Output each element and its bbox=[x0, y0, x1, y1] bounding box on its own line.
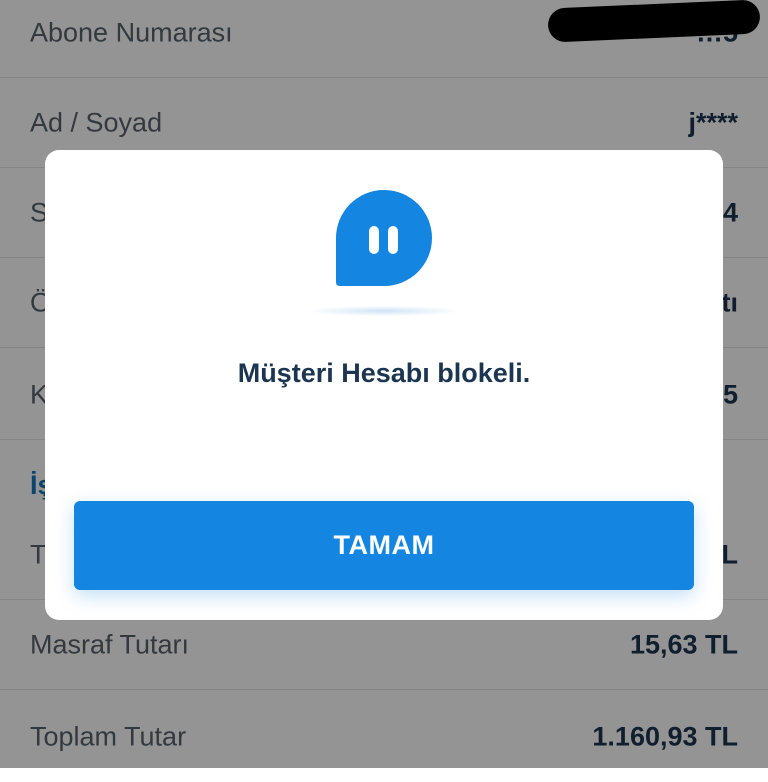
dialog-message: Müşteri Hesabı blokeli. bbox=[237, 358, 531, 388]
icon-shadow bbox=[310, 306, 458, 316]
pause-icon bbox=[336, 190, 432, 286]
alert-dialog: Müşteri Hesabı blokeli. TAMAM bbox=[45, 150, 723, 620]
ok-button[interactable]: TAMAM bbox=[74, 501, 694, 590]
